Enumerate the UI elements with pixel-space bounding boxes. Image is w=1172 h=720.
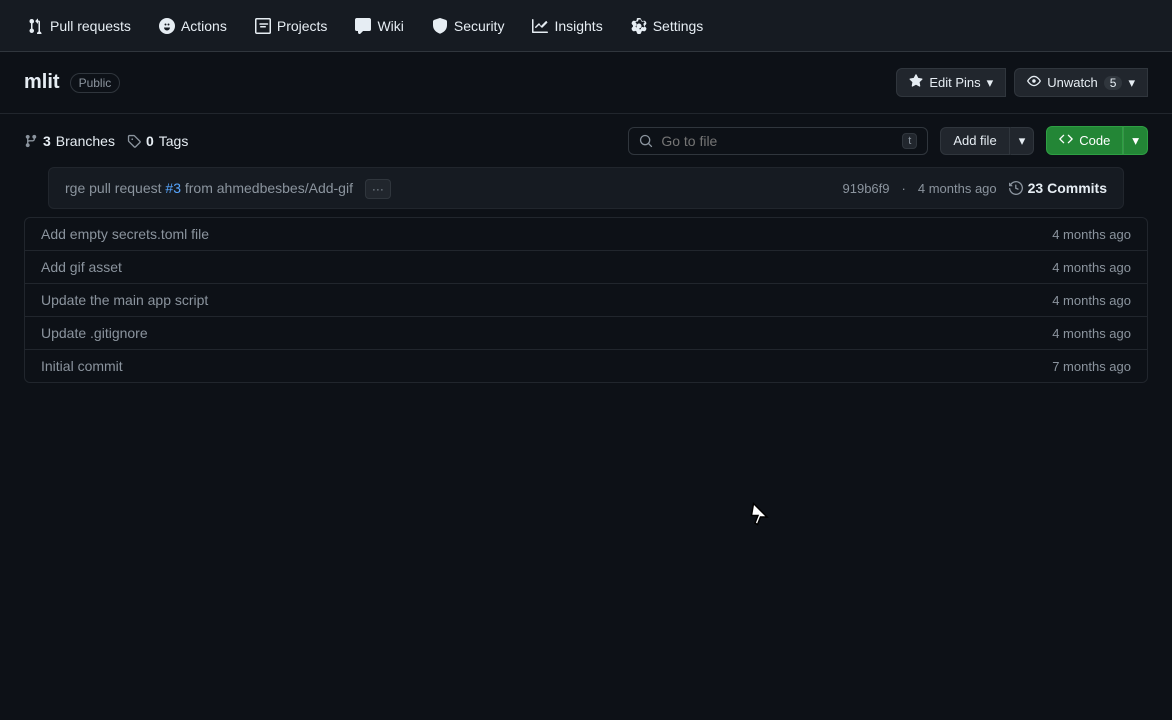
edit-pins-label: Edit Pins bbox=[929, 75, 980, 90]
nav-label-security: Security bbox=[454, 18, 505, 34]
file-table: Add empty secrets.toml file 4 months ago… bbox=[24, 217, 1148, 383]
unwatch-label: Unwatch bbox=[1047, 75, 1098, 90]
security-icon bbox=[432, 18, 448, 34]
tags-link[interactable]: 0 Tags bbox=[127, 133, 188, 149]
nav-label-settings: Settings bbox=[653, 18, 704, 34]
visibility-badge: Public bbox=[70, 73, 121, 93]
code-group: Code ▾ bbox=[1046, 126, 1148, 155]
top-navigation: Pull requests Actions Projects Wiki bbox=[0, 0, 1172, 52]
star-icon bbox=[909, 74, 923, 91]
edit-pins-group: Edit Pins ▾ bbox=[896, 68, 1006, 97]
nav-label-actions: Actions bbox=[181, 18, 227, 34]
chevron-down-icon-2: ▾ bbox=[1128, 75, 1135, 91]
nav-label-projects: Projects bbox=[277, 18, 328, 34]
commit-message-suffix: from ahmedbesbes/Add-gif bbox=[181, 180, 353, 196]
commit-pr-link[interactable]: #3 bbox=[165, 180, 181, 196]
nav-item-insights[interactable]: Insights bbox=[520, 10, 614, 42]
commit-row: rge pull request #3 from ahmedbesbes/Add… bbox=[48, 167, 1124, 209]
table-row: Update the main app script 4 months ago bbox=[25, 284, 1147, 317]
add-file-label: Add file bbox=[953, 133, 996, 148]
file-commit-msg-0: Add empty secrets.toml file bbox=[41, 226, 1052, 242]
code-button[interactable]: Code bbox=[1046, 126, 1123, 155]
commit-message-prefix: rge pull request bbox=[65, 180, 165, 196]
add-file-group: Add file ▾ bbox=[940, 127, 1034, 155]
file-commit-msg-2: Update the main app script bbox=[41, 292, 1052, 308]
file-navigation-bar: 3 Branches 0 Tags t Add file ▾ bbox=[0, 114, 1172, 167]
search-box[interactable]: t bbox=[628, 127, 928, 155]
commit-hash: 919b6f9 bbox=[843, 181, 890, 196]
unwatch-count: 5 bbox=[1104, 76, 1123, 90]
repo-title-area: mlit Public bbox=[24, 71, 120, 94]
file-commit-msg-4: Initial commit bbox=[41, 358, 1052, 374]
code-caret[interactable]: ▾ bbox=[1123, 126, 1148, 155]
pr-icon bbox=[28, 18, 44, 34]
add-file-button[interactable]: Add file bbox=[940, 127, 1009, 155]
nav-label-pull-requests: Pull requests bbox=[50, 18, 131, 34]
nav-label-wiki: Wiki bbox=[377, 18, 403, 34]
table-row: Add gif asset 4 months ago bbox=[25, 251, 1147, 284]
code-label: Code bbox=[1079, 133, 1110, 148]
nav-item-wiki[interactable]: Wiki bbox=[343, 10, 415, 42]
repo-header: mlit Public Edit Pins ▾ bbox=[0, 52, 1172, 114]
nav-item-security[interactable]: Security bbox=[420, 10, 517, 42]
nav-item-projects[interactable]: Projects bbox=[243, 10, 340, 42]
branches-link[interactable]: 3 Branches bbox=[24, 133, 115, 149]
chevron-down-icon: ▾ bbox=[987, 75, 994, 91]
file-commit-msg-3: Update .gitignore bbox=[41, 325, 1052, 341]
file-time-3: 4 months ago bbox=[1052, 326, 1131, 341]
repo-actions: Edit Pins ▾ Unwatch 5 ▾ bbox=[896, 68, 1148, 97]
mouse-cursor bbox=[748, 500, 772, 530]
actions-icon bbox=[159, 18, 175, 34]
commit-meta: 919b6f9 · 4 months ago 23 Commits bbox=[843, 180, 1107, 196]
tags-label: Tags bbox=[159, 133, 189, 149]
nav-item-pull-requests[interactable]: Pull requests bbox=[16, 10, 143, 42]
file-time-2: 4 months ago bbox=[1052, 293, 1131, 308]
file-commit-msg-1: Add gif asset bbox=[41, 259, 1052, 275]
projects-icon bbox=[255, 18, 271, 34]
table-row: Add empty secrets.toml file 4 months ago bbox=[25, 218, 1147, 251]
search-input[interactable] bbox=[661, 133, 894, 149]
unwatch-group: Unwatch 5 ▾ bbox=[1014, 68, 1148, 97]
table-row: Initial commit 7 months ago bbox=[25, 350, 1147, 382]
wiki-icon bbox=[355, 18, 371, 34]
file-time-4: 7 months ago bbox=[1052, 359, 1131, 374]
branches-count: 3 bbox=[43, 133, 51, 149]
search-kbd: t bbox=[902, 133, 917, 149]
nav-item-settings[interactable]: Settings bbox=[619, 10, 716, 42]
add-file-caret[interactable]: ▾ bbox=[1010, 127, 1035, 155]
table-row: Update .gitignore 4 months ago bbox=[25, 317, 1147, 350]
branches-tags-area: 3 Branches 0 Tags bbox=[24, 133, 188, 149]
commit-message: rge pull request #3 from ahmedbesbes/Add… bbox=[65, 180, 843, 196]
unwatch-button[interactable]: Unwatch 5 ▾ bbox=[1014, 68, 1148, 97]
branches-label: Branches bbox=[56, 133, 115, 149]
nav-label-insights: Insights bbox=[554, 18, 602, 34]
file-time-1: 4 months ago bbox=[1052, 260, 1131, 275]
commits-link[interactable]: 23 Commits bbox=[1009, 180, 1107, 196]
insights-icon bbox=[532, 18, 548, 34]
nav-item-actions[interactable]: Actions bbox=[147, 10, 239, 42]
file-time-0: 4 months ago bbox=[1052, 227, 1131, 242]
commit-time: 4 months ago bbox=[918, 181, 997, 196]
code-icon bbox=[1059, 132, 1073, 149]
repo-name: mlit bbox=[24, 71, 60, 94]
settings-icon bbox=[631, 18, 647, 34]
tags-count: 0 bbox=[146, 133, 154, 149]
edit-pins-button[interactable]: Edit Pins ▾ bbox=[896, 68, 1006, 97]
commit-dots[interactable]: ··· bbox=[365, 179, 391, 199]
commits-count: 23 Commits bbox=[1028, 180, 1107, 196]
eye-icon bbox=[1027, 74, 1041, 91]
